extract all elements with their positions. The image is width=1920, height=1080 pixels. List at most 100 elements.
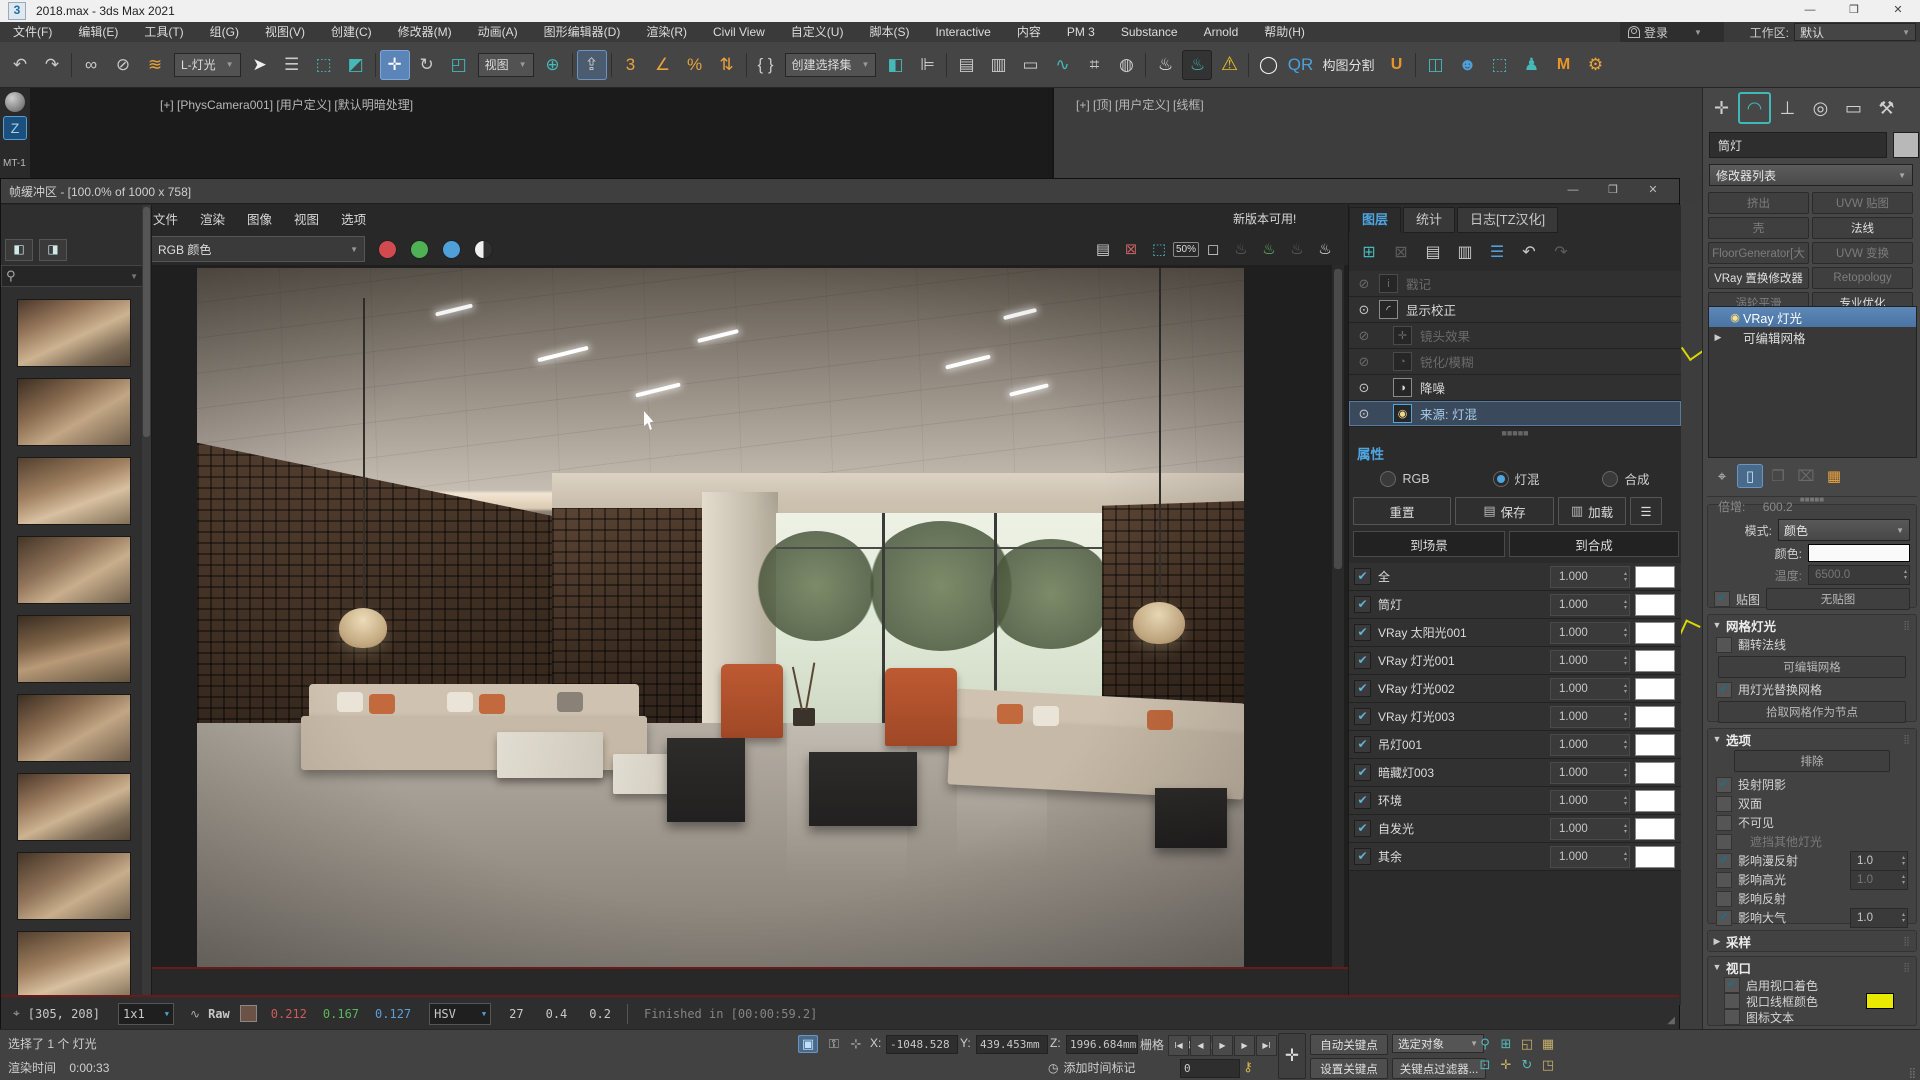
- light-color-swatch[interactable]: [1635, 594, 1675, 616]
- light-enabled-checkbox[interactable]: ✔: [1354, 792, 1371, 809]
- option-affect-atmospherics[interactable]: ✔ 影响大气 1.0 ▴▾: [1716, 908, 1908, 927]
- tab-layers[interactable]: 图层: [1349, 207, 1401, 233]
- light-multiplier-field[interactable]: 1.000 ▴▾: [1550, 622, 1630, 644]
- to-composite-button[interactable]: 到合成: [1509, 531, 1679, 557]
- modifier-vray-displacement[interactable]: VRay 置换修改器: [1708, 267, 1809, 289]
- unlink-selection-icon[interactable]: ⊘: [108, 50, 138, 80]
- lightmix-row-vray-sun-001[interactable]: ✔ VRay 太阳光001 1.000 ▴▾: [1349, 619, 1681, 647]
- light-color-swatch[interactable]: [1635, 650, 1675, 672]
- light-enabled-checkbox[interactable]: ✔: [1354, 568, 1371, 585]
- option-checkbox[interactable]: [1724, 1009, 1740, 1025]
- motion-tab[interactable]: ◎: [1804, 92, 1837, 124]
- toolbar-separator[interactable]: [1412, 50, 1419, 80]
- layer-lens-effects[interactable]: ⊘ ✛ 镜头效果: [1349, 323, 1681, 349]
- play-button[interactable]: ▶: [1212, 1035, 1233, 1056]
- vfb-titlebar[interactable]: 帧缓冲区 - [100.0% of 1000 x 758] — ❒ ✕: [1, 179, 1679, 204]
- menu-customize[interactable]: 自定义(U): [778, 22, 857, 42]
- exclude-button[interactable]: 排除: [1734, 750, 1890, 772]
- visibility-eye-icon[interactable]: ⊘: [1349, 328, 1379, 344]
- lightmix-save-button[interactable]: ▤保存: [1455, 497, 1554, 525]
- light-multiplier-field[interactable]: 1.000 ▴▾: [1550, 818, 1630, 840]
- spinner[interactable]: ▴▾: [1624, 711, 1629, 723]
- save-layers-icon[interactable]: ▤: [1418, 239, 1448, 265]
- next-frame-button[interactable]: ▶: [1234, 1035, 1255, 1056]
- render-history-thumbnail[interactable]: [17, 536, 131, 604]
- option-checkbox[interactable]: [1716, 834, 1732, 850]
- layer-display-correction[interactable]: ⊙ ◜ 显示校正: [1349, 297, 1681, 323]
- sampling-rollout[interactable]: ▶ 采样 ⣿: [1707, 930, 1917, 952]
- schematic-view-icon[interactable]: ⌗: [1079, 50, 1109, 80]
- layer-explorer-icon[interactable]: ▥: [983, 50, 1013, 80]
- absolute-mode-icon[interactable]: ⊹: [846, 1035, 866, 1053]
- spinner[interactable]: ▴▾: [1624, 739, 1629, 751]
- field-of-view-icon[interactable]: ⊡: [1475, 1055, 1495, 1075]
- tab-stats[interactable]: 统计: [1403, 207, 1455, 233]
- menu-tools[interactable]: 工具(T): [131, 22, 196, 42]
- light-mode-dropdown[interactable]: 颜色▼: [1778, 519, 1910, 541]
- blue-channel-button[interactable]: [442, 240, 461, 259]
- select-and-link-icon[interactable]: ∞: [76, 50, 106, 80]
- configure-modifier-sets-icon[interactable]: ▦: [1821, 464, 1847, 488]
- render-stop-icon[interactable]: ♨: [1312, 236, 1338, 262]
- layer-list-menu-icon[interactable]: ☰: [1482, 239, 1512, 265]
- render-history-thumbnail[interactable]: [17, 615, 131, 683]
- option-value-field[interactable]: 1.0 ▴▾: [1850, 870, 1908, 890]
- menu-content[interactable]: 内容: [1004, 22, 1054, 42]
- modifier-uvw-map[interactable]: UVW 贴图: [1812, 192, 1913, 214]
- make-unique-icon[interactable]: ❐: [1765, 464, 1791, 488]
- light-color-swatch[interactable]: [1635, 678, 1675, 700]
- menu-graph-editors[interactable]: 图形编辑器(D): [531, 22, 634, 42]
- mirror-icon[interactable]: ◧: [880, 50, 910, 80]
- replace-mesh-row[interactable]: ✔ 用灯光替换网格: [1716, 680, 1908, 699]
- toolbar-separator[interactable]: [1142, 50, 1149, 80]
- vfb-maximize-button[interactable]: ❒: [1593, 179, 1633, 203]
- no-map-button[interactable]: 无贴图: [1766, 588, 1910, 610]
- spinner[interactable]: ▴▾: [1902, 874, 1907, 886]
- light-color-swatch[interactable]: [1635, 790, 1675, 812]
- settings-gear-icon[interactable]: ⚙: [1580, 50, 1610, 80]
- load-layers-icon[interactable]: ▥: [1450, 239, 1480, 265]
- option-affect-specular[interactable]: 影响高光 1.0 ▴▾: [1716, 870, 1908, 889]
- isolate-selection-toggle[interactable]: ▣: [798, 1035, 818, 1053]
- region-render-icon[interactable]: ⬚: [1146, 236, 1172, 262]
- option-value-field[interactable]: 1.0 ▴▾: [1850, 851, 1908, 871]
- arnold-ring-icon[interactable]: ◯: [1253, 50, 1283, 80]
- lightmix-row-downlight[interactable]: ✔ 筒灯 1.000 ▴▾: [1349, 591, 1681, 619]
- vray-vfb-icon[interactable]: ◫: [1420, 50, 1450, 80]
- map-checkbox[interactable]: ✔: [1714, 591, 1730, 607]
- light-enabled-checkbox[interactable]: ✔: [1354, 736, 1371, 753]
- layer-stamp[interactable]: ⊘ i 戳记: [1349, 271, 1681, 297]
- rollout-grip-icon[interactable]: ⣿: [1903, 962, 1910, 973]
- rollout-grip-icon[interactable]: ⣿: [1903, 936, 1910, 947]
- modifier-extrude[interactable]: 挤出: [1708, 192, 1809, 214]
- history-search-input[interactable]: ⚲ ▼: [1, 265, 143, 287]
- light-enabled-checkbox[interactable]: ✔: [1354, 652, 1371, 669]
- vfb-menu-options[interactable]: 选项: [341, 209, 366, 228]
- render-history-thumbnail[interactable]: [17, 773, 131, 841]
- select-and-rotate-icon[interactable]: ↻: [412, 50, 442, 80]
- mesh-light-header[interactable]: ▼ 网格灯光 ⣿: [1708, 615, 1916, 635]
- rendered-frame-window-icon[interactable]: ♨: [1182, 50, 1212, 80]
- option-value-field[interactable]: 1.0 ▴▾: [1850, 908, 1908, 928]
- visibility-eye-icon[interactable]: ⊘: [1349, 276, 1379, 292]
- menu-rendering[interactable]: 渲染(R): [633, 22, 700, 42]
- render-setup-icon[interactable]: ♨: [1150, 50, 1180, 80]
- align-icon[interactable]: ⊫: [912, 50, 942, 80]
- vfb-menu-render[interactable]: 渲染: [200, 209, 225, 228]
- spinner[interactable]: ▴▾: [1902, 912, 1907, 924]
- use-pivot-point-icon[interactable]: ⊕: [538, 50, 568, 80]
- compare-a-button[interactable]: ◧: [5, 239, 33, 261]
- light-color-swatch[interactable]: [1635, 622, 1675, 644]
- layer-redo-icon[interactable]: ↷: [1546, 239, 1576, 265]
- key-filters-button[interactable]: 关键点过滤器...: [1392, 1058, 1486, 1079]
- z-coordinate-field[interactable]: 1996.684mm: [1066, 1035, 1138, 1054]
- modifier-list-dropdown[interactable]: 修改器列表 ▼: [1709, 164, 1913, 186]
- add-layer-icon[interactable]: ⊞: [1354, 239, 1384, 265]
- reference-coordinate-dropdown[interactable]: 视图▼: [478, 53, 534, 77]
- top-viewport-label[interactable]: [+] [顶] [用户定义] [线框]: [1076, 96, 1204, 113]
- qr-icon[interactable]: QR: [1285, 50, 1315, 80]
- rectangular-selection-region-icon[interactable]: ⬚: [309, 50, 339, 80]
- option-affect-reflections[interactable]: 影响反射 ▴▾: [1716, 889, 1908, 908]
- zoom-extents-all-icon[interactable]: ▦: [1538, 1034, 1558, 1054]
- light-multiplier-field[interactable]: 1.000 ▴▾: [1550, 650, 1630, 672]
